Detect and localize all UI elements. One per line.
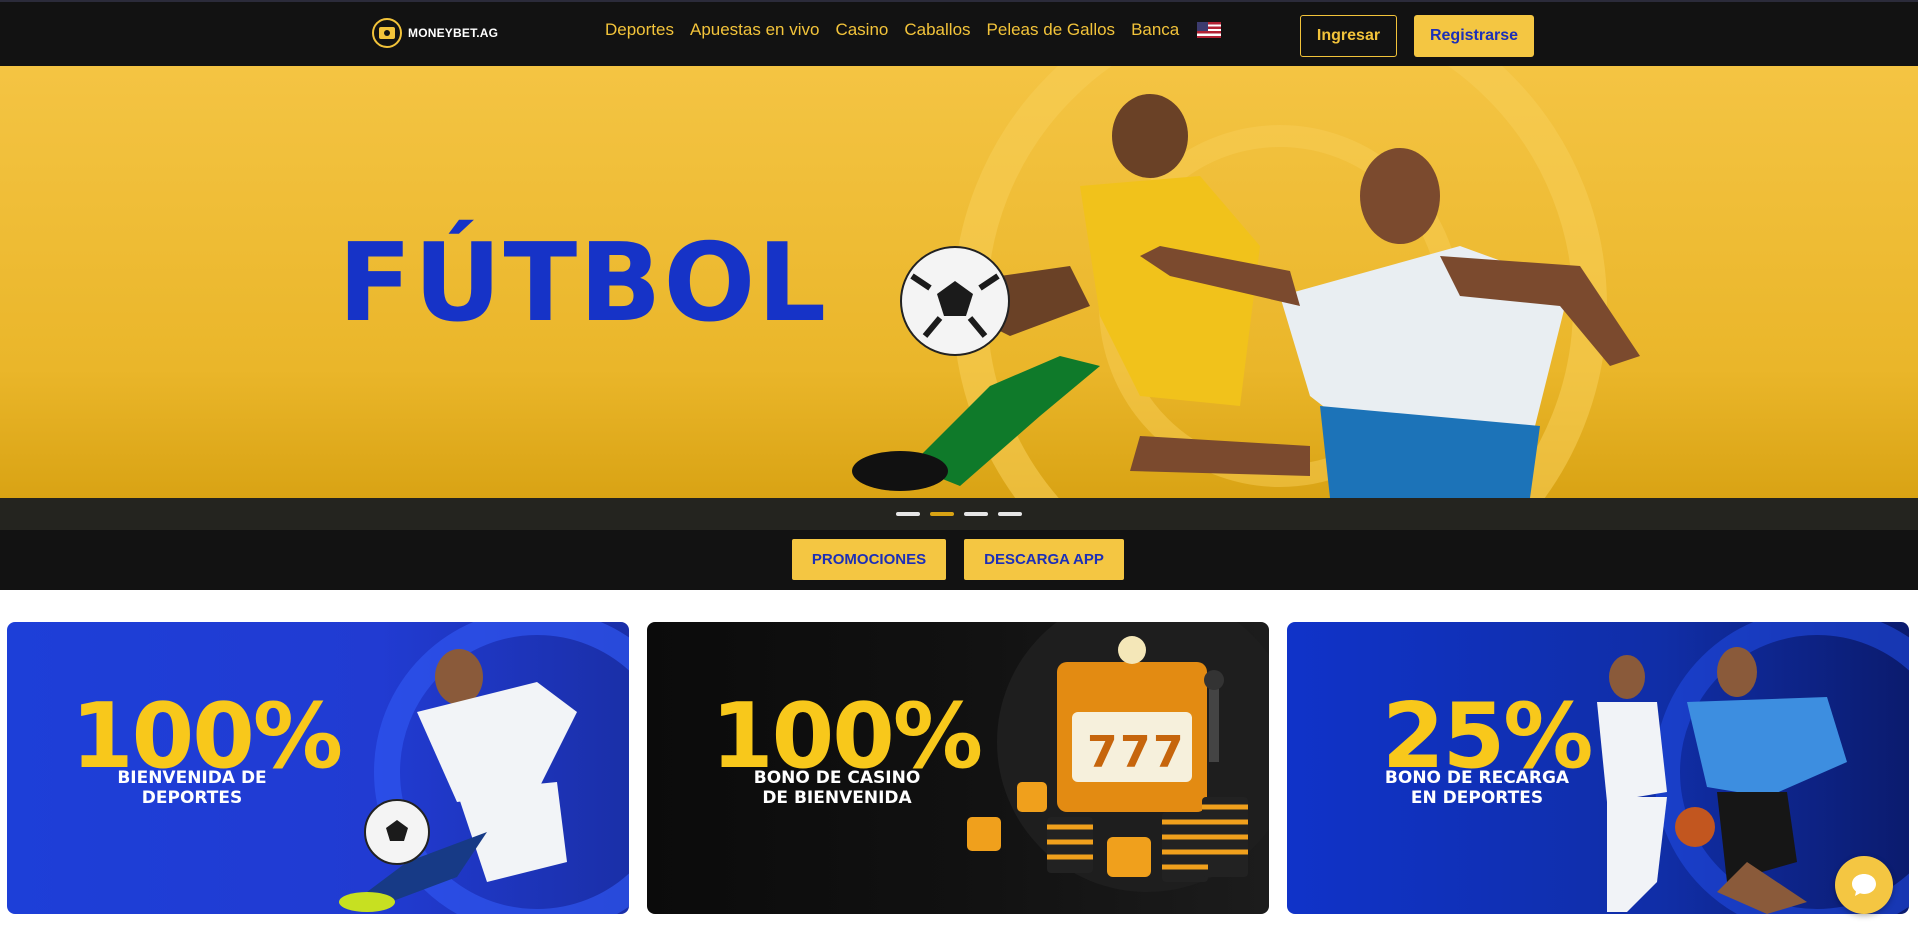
- logo[interactable]: MONEYBET.AG: [372, 18, 498, 48]
- promo-title: BONO DE CASINO DE BIENVENIDA: [737, 768, 937, 808]
- promo-card-sports-reload[interactable]: 25% BONO DE RECARGA EN DEPORTES: [1287, 622, 1909, 914]
- promo-title-line2: EN DEPORTES: [1410, 788, 1544, 808]
- carousel-dot-1[interactable]: [896, 512, 920, 516]
- register-button[interactable]: Registrarse: [1414, 15, 1534, 57]
- nav-casino[interactable]: Casino: [835, 20, 888, 40]
- action-bar: PROMOCIONES DESCARGA APP: [0, 530, 1918, 590]
- promo-title-line1: BIENVENIDA DE DEPORTES: [117, 768, 267, 808]
- promo-title-line2: DE BIENVENIDA: [762, 788, 912, 808]
- promotions-button[interactable]: PROMOCIONES: [792, 539, 946, 580]
- login-button[interactable]: Ingresar: [1300, 15, 1397, 57]
- slot-machine-illustration: 7 7 7: [967, 622, 1269, 892]
- carousel-dot-2[interactable]: [930, 512, 954, 516]
- svg-text:7: 7: [1120, 727, 1151, 778]
- soccer-players-illustration: [852, 66, 1640, 498]
- promo-title-line1: BONO DE RECARGA: [1384, 768, 1570, 788]
- promo-title-line1: BONO DE CASINO: [753, 768, 921, 788]
- promo-card-sports-welcome[interactable]: 100% BIENVENIDA DE DEPORTES: [7, 622, 629, 914]
- nav-peleas-de-gallos[interactable]: Peleas de Gallos: [987, 20, 1116, 40]
- soccer-player-illustration: [339, 622, 629, 914]
- us-flag-icon[interactable]: [1197, 22, 1222, 38]
- svg-text:7: 7: [1087, 727, 1118, 778]
- logo-icon: [372, 18, 402, 48]
- main-nav: Deportes Apuestas en vivo Casino Caballo…: [605, 20, 1222, 40]
- top-navbar: MONEYBET.AG Deportes Apuestas en vivo Ca…: [0, 0, 1918, 66]
- hero-banner[interactable]: FÚTBOL: [0, 66, 1918, 498]
- svg-text:7: 7: [1153, 727, 1184, 778]
- nav-caballos[interactable]: Caballos: [904, 20, 970, 40]
- promo-title: BONO DE RECARGA EN DEPORTES: [1367, 768, 1587, 808]
- chat-button[interactable]: [1835, 856, 1893, 914]
- nav-deportes[interactable]: Deportes: [605, 20, 674, 40]
- carousel-dot-4[interactable]: [998, 512, 1022, 516]
- promo-card-casino-welcome[interactable]: 7 7 7 100% BONO DE CASINO DE BIENVENIDA: [647, 622, 1269, 914]
- carousel-indicators: [0, 498, 1918, 530]
- chat-bubble-icon: [1852, 874, 1876, 896]
- hero-title: FÚTBOL: [338, 221, 829, 346]
- nav-apuestas-en-vivo[interactable]: Apuestas en vivo: [690, 20, 819, 40]
- logo-text: MONEYBET.AG: [408, 26, 499, 40]
- carousel-dot-3[interactable]: [964, 512, 988, 516]
- download-app-button[interactable]: DESCARGA APP: [964, 539, 1124, 580]
- nav-banca[interactable]: Banca: [1131, 20, 1179, 40]
